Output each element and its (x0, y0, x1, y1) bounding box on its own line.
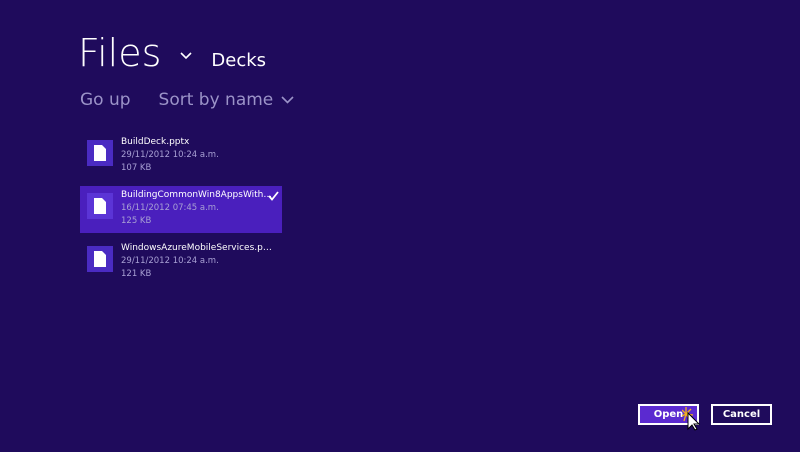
sort-label: Sort by name (158, 90, 274, 110)
list-item-selected[interactable]: BuildingCommonWin8AppsWith… 16/11/2012 0… (80, 186, 282, 233)
cancel-button[interactable]: Cancel (711, 404, 772, 425)
file-date: 29/11/2012 10:24 a.m. (121, 256, 219, 266)
document-icon (87, 246, 113, 272)
mouse-cursor-icon (682, 407, 701, 431)
header: Files Decks (78, 30, 266, 76)
chevron-down-icon (281, 96, 294, 104)
file-size: 125 KB (121, 216, 152, 226)
document-icon (87, 193, 113, 219)
file-details: WindowsAzureMobileServices.p… 29/11/2012… (121, 242, 271, 281)
file-size: 107 KB (121, 163, 152, 173)
file-details: BuildingCommonWin8AppsWith… 16/11/2012 0… (121, 189, 271, 228)
page-title: Files (78, 31, 162, 75)
file-picker: Files Decks Go up Sort by name BuildDeck… (0, 0, 800, 452)
go-up-button[interactable]: Go up (80, 90, 131, 110)
file-list: BuildDeck.pptx 29/11/2012 10:24 a.m. 107… (80, 133, 282, 292)
file-name: BuildingCommonWin8AppsWith… (121, 190, 271, 200)
document-icon (87, 140, 113, 166)
file-name: BuildDeck.pptx (121, 137, 190, 147)
list-item[interactable]: WindowsAzureMobileServices.p… 29/11/2012… (80, 239, 282, 286)
file-date: 16/11/2012 07:45 a.m. (121, 203, 219, 213)
toolbar: Go up Sort by name (80, 90, 294, 110)
file-date: 29/11/2012 10:24 a.m. (121, 150, 219, 160)
sort-dropdown[interactable]: Sort by name (159, 90, 295, 110)
file-name: WindowsAzureMobileServices.p… (121, 243, 271, 253)
file-size: 121 KB (121, 269, 152, 279)
location-dropdown[interactable]: Decks (211, 50, 266, 71)
list-item[interactable]: BuildDeck.pptx 29/11/2012 10:24 a.m. 107… (80, 133, 282, 180)
chevron-down-icon[interactable] (179, 50, 193, 62)
file-details: BuildDeck.pptx 29/11/2012 10:24 a.m. 107… (121, 136, 271, 175)
checkmark-icon (268, 191, 279, 201)
